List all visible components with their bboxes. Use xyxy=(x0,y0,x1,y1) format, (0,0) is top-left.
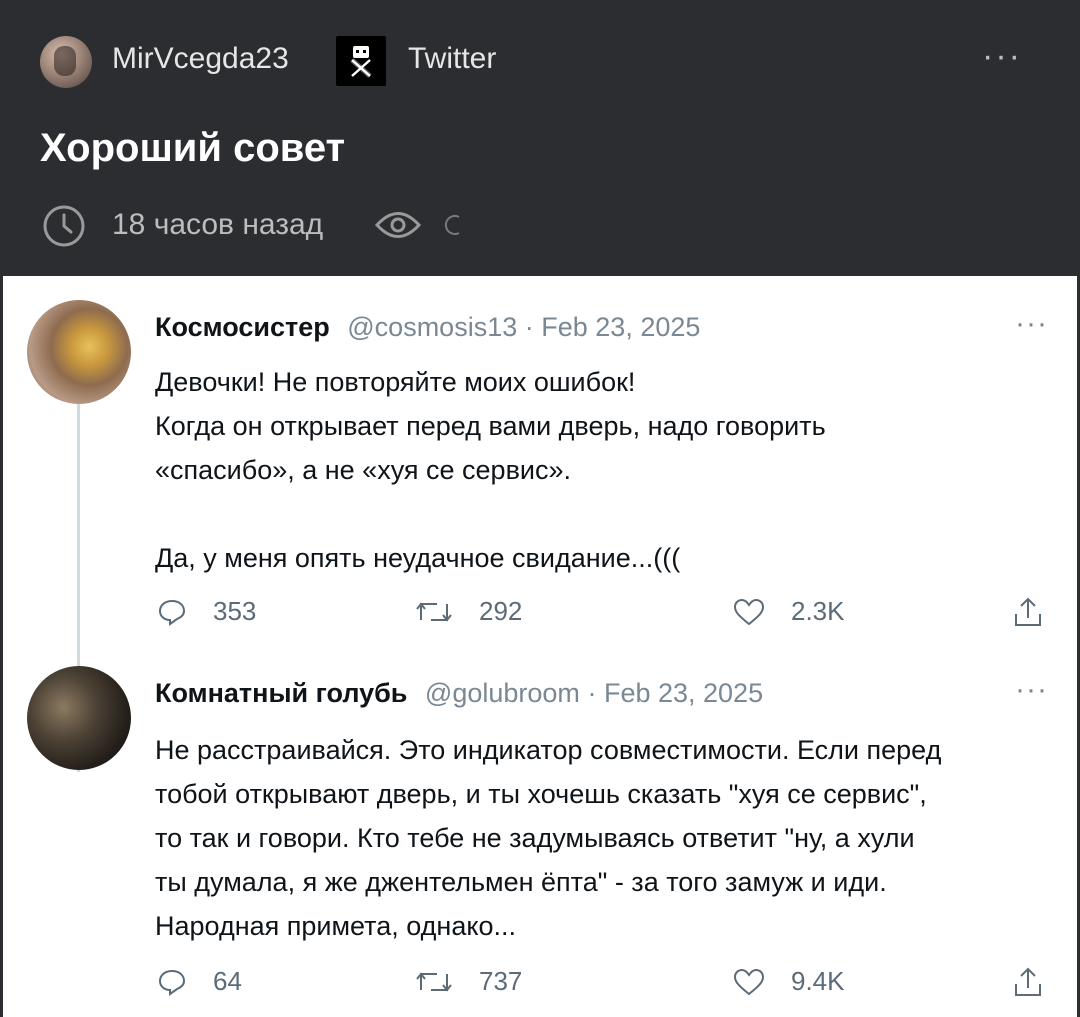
reply-icon xyxy=(158,599,186,626)
retweet-icon xyxy=(416,971,452,992)
tweet-date: Feb 23, 2025 xyxy=(603,678,764,708)
tweet-author-avatar[interactable] xyxy=(27,666,131,770)
heart-icon xyxy=(733,598,765,625)
loading-spinner-icon xyxy=(444,215,460,235)
tweet-author-avatar[interactable] xyxy=(27,300,131,404)
clock-icon xyxy=(43,205,85,247)
reply-count: 353 xyxy=(213,596,257,626)
tweet-author-name[interactable]: Комнатный голубь xyxy=(155,678,407,708)
username[interactable]: MirVcegda23 xyxy=(112,42,289,76)
retweet-count: 292 xyxy=(479,596,523,626)
tweet-header: Космосистер @cosmosis13 · Feb 23, 2025 xyxy=(155,312,700,343)
tweet-text-line: «спасибо», а не «хуя се сервис». xyxy=(155,455,572,485)
tweet-more-button[interactable]: ··· xyxy=(1015,309,1048,339)
user-avatar[interactable] xyxy=(40,36,92,88)
like-button[interactable]: 2.3K xyxy=(733,596,845,627)
tweet-text-line: Когда он открывает перед вами дверь, над… xyxy=(155,411,826,441)
eye-icon xyxy=(374,212,422,238)
tweet-header: Комнатный голубь @golubroom · Feb 23, 20… xyxy=(155,678,763,709)
reply-count: 64 xyxy=(213,966,242,996)
share-icon[interactable] xyxy=(1013,966,1043,998)
heart-icon xyxy=(733,968,765,995)
tweet-text-line: то так и говори. Кто тебе не задумываясь… xyxy=(155,823,915,853)
tweet-text-line: Да, у меня опять неудачное свидание...((… xyxy=(155,543,681,573)
reply-button[interactable]: 353 xyxy=(157,596,256,627)
share-icon[interactable] xyxy=(1013,596,1043,628)
tweet-text-line: ты думала, я же джентельмен ёпта" - за т… xyxy=(155,867,887,897)
tweet-text-line: Девочки! Не повторяйте моих ошибок! xyxy=(155,367,636,397)
like-count: 9.4K xyxy=(791,966,845,996)
tweet-text-line: Не расстраивайся. Это индикатор совмести… xyxy=(155,735,942,765)
like-button[interactable]: 9.4K xyxy=(733,966,845,997)
reply-button[interactable]: 64 xyxy=(157,966,242,997)
post-time: 18 часов назад xyxy=(112,208,324,241)
tweet-text: Не расстраивайся. Это индикатор совмести… xyxy=(155,728,941,948)
retweet-count: 737 xyxy=(479,966,523,996)
post-header: MirVcegda23 Twitter ··· Хороший совет 18… xyxy=(0,0,1080,276)
page-title: Хороший совет xyxy=(40,126,346,170)
retweet-icon xyxy=(416,601,452,622)
tweet-more-button[interactable]: ··· xyxy=(1015,675,1048,705)
source-name[interactable]: Twitter xyxy=(408,42,496,76)
tweet-author-handle[interactable]: @cosmosis13 xyxy=(347,312,517,342)
retweet-button[interactable]: 292 xyxy=(415,596,522,627)
tweet-text: Девочки! Не повторяйте моих ошибок! Когд… xyxy=(155,360,826,580)
tweet-author-handle[interactable]: @golubroom xyxy=(425,678,580,708)
tweet-text-line: тобой открывают дверь, и ты хочешь сказа… xyxy=(155,779,927,809)
retweet-button[interactable]: 737 xyxy=(415,966,522,997)
tweet-screenshot: Космосистер @cosmosis13 · Feb 23, 2025 ·… xyxy=(3,276,1077,1017)
tweet-date: Feb 23, 2025 xyxy=(541,312,701,342)
tweet-author-name[interactable]: Космосистер xyxy=(155,312,330,342)
reply-icon xyxy=(158,969,186,996)
more-options-button[interactable]: ··· xyxy=(982,39,1022,73)
tweet-text-line xyxy=(155,492,826,536)
tweet-text-line: Народная примета, однако... xyxy=(155,911,516,941)
separator-dot: · xyxy=(587,678,597,708)
like-count: 2.3K xyxy=(791,596,845,626)
separator-dot: · xyxy=(524,312,534,342)
x-logo-icon xyxy=(336,36,386,86)
